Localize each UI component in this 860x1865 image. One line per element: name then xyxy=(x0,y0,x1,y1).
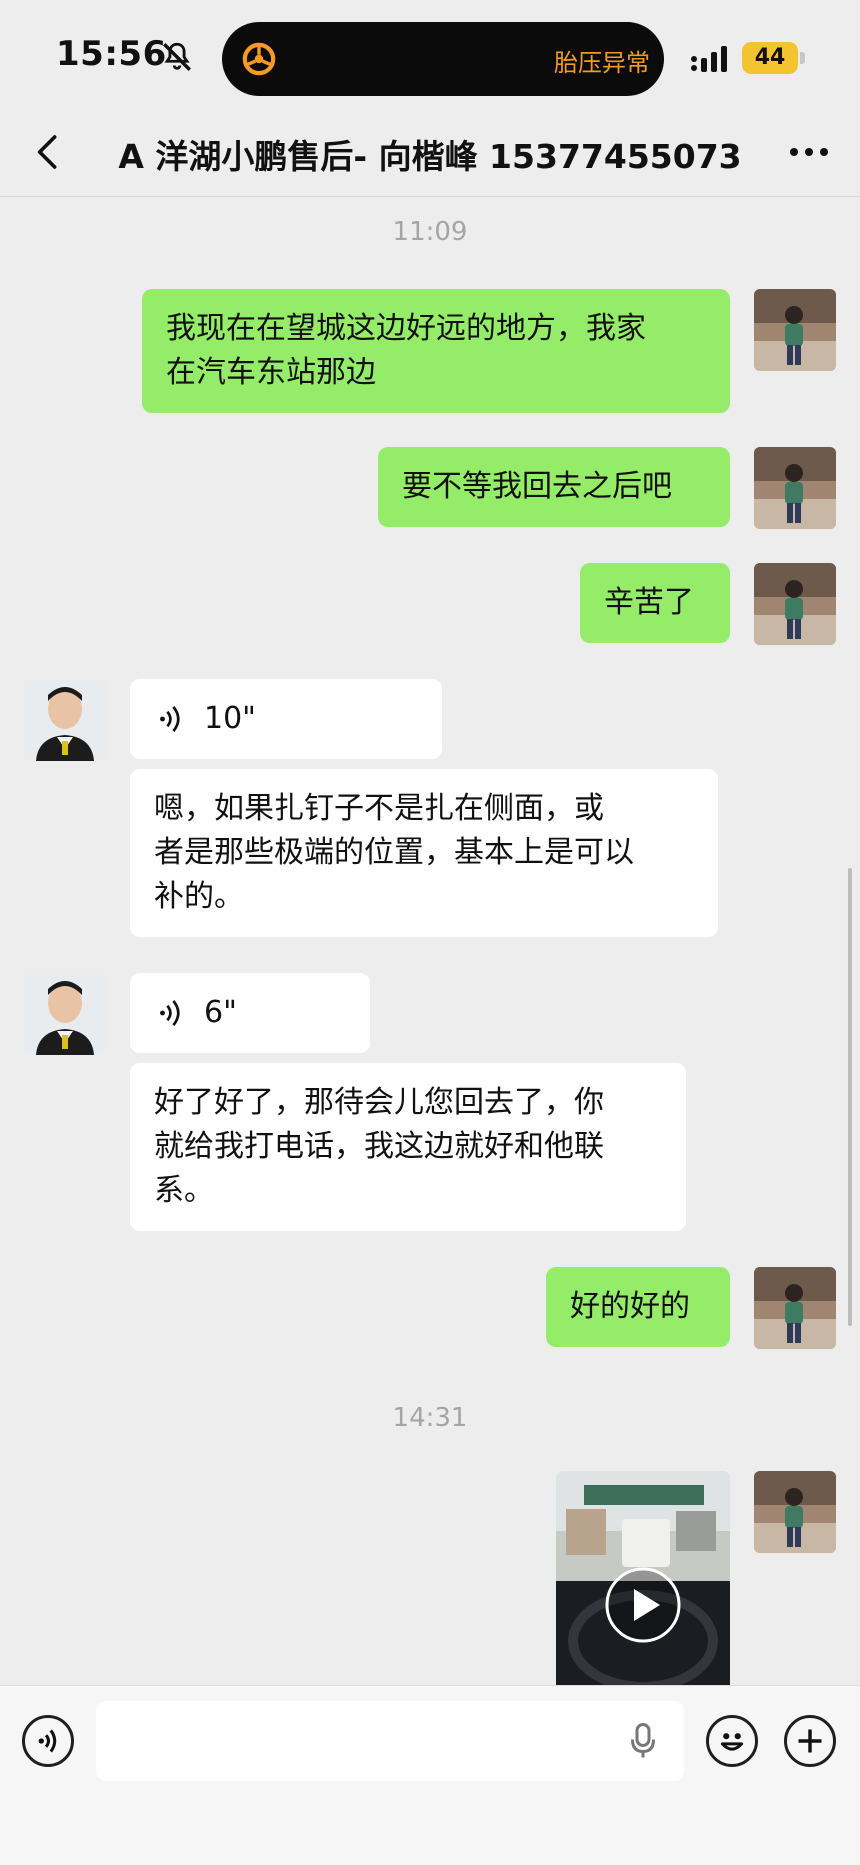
message-line: 就给我打电话，我这边就好和他联 xyxy=(154,1129,604,1164)
back-icon[interactable] xyxy=(28,132,68,172)
message-bubble-sent[interactable]: 要不等我回去之后吧 xyxy=(378,447,730,527)
emoji-button[interactable] xyxy=(706,1715,758,1767)
voice-input-button[interactable] xyxy=(22,1715,74,1767)
message-line: 好了好了，那待会儿您回去了，你 xyxy=(154,1085,604,1120)
message-bubble-received[interactable]: 嗯，如果扎钉子不是扎在侧面，或 者是那些极端的位置，基本上是可以 补的。 xyxy=(130,769,718,937)
timestamp: 11:09 xyxy=(392,217,468,247)
timestamp: 14:31 xyxy=(392,1403,468,1433)
dynamic-island[interactable]: 胎压异常 xyxy=(222,22,664,96)
plus-icon xyxy=(798,1729,822,1753)
signal-icon xyxy=(691,46,727,72)
voice-wave-icon xyxy=(160,706,180,732)
message-list[interactable]: 11:09 我现在在望城这边好远的地方，我家 在汽车东站那边 要不等我回去之后吧… xyxy=(0,197,860,1685)
message-bubble-received[interactable]: 好了好了，那待会儿您回去了，你 就给我打电话，我这边就好和他联 系。 xyxy=(130,1063,686,1231)
message-line: 系。 xyxy=(154,1173,214,1208)
message-bubble-sent[interactable]: 我现在在望城这边好远的地方，我家 在汽车东站那边 xyxy=(142,289,730,413)
message-line: 要不等我回去之后吧 xyxy=(402,469,672,504)
message-line: 好的好的 xyxy=(570,1289,690,1324)
message-input[interactable] xyxy=(96,1701,684,1781)
message-line: 者是那些极端的位置，基本上是可以 xyxy=(154,835,634,870)
more-icon[interactable] xyxy=(784,132,834,172)
my-avatar[interactable] xyxy=(754,1267,836,1349)
voice-duration: 10" xyxy=(204,701,256,736)
contact-avatar[interactable] xyxy=(24,679,106,761)
tire-pressure-alert: 胎压异常 xyxy=(554,49,650,77)
tire-icon xyxy=(242,42,276,76)
chat-header: A 洋湖小鹏售后- 向楷峰 15377455073 xyxy=(0,110,860,197)
scrollbar[interactable] xyxy=(848,868,852,1326)
message-line: 辛苦了 xyxy=(604,585,694,620)
chat-title: A 洋湖小鹏售后- 向楷峰 15377455073 xyxy=(118,137,742,176)
status-bar: 15:56 胎压异常 44 xyxy=(0,0,860,110)
voice-message[interactable]: 6" xyxy=(130,973,370,1053)
message-bubble-sent[interactable]: 辛苦了 xyxy=(580,563,730,643)
message-line: 补的。 xyxy=(154,879,244,914)
message-line: 在汽车东站那边 xyxy=(166,355,376,390)
mic-icon[interactable] xyxy=(628,1723,658,1759)
message-line: 嗯，如果扎钉子不是扎在侧面，或 xyxy=(154,791,604,826)
voice-input-icon xyxy=(38,1729,57,1753)
input-bar xyxy=(0,1685,860,1865)
my-avatar[interactable] xyxy=(754,1471,836,1553)
more-actions-button[interactable] xyxy=(784,1715,836,1767)
emoji-icon xyxy=(720,1733,744,1751)
my-avatar[interactable] xyxy=(754,447,836,529)
bell-slash-icon xyxy=(163,42,191,71)
my-avatar[interactable] xyxy=(754,289,836,371)
message-line: 我现在在望城这边好远的地方，我家 xyxy=(166,311,646,346)
video-thumbnail xyxy=(556,1471,730,1685)
message-bubble-sent[interactable]: 好的好的 xyxy=(546,1267,730,1347)
voice-duration: 6" xyxy=(204,995,237,1030)
contact-avatar[interactable] xyxy=(24,973,106,1055)
my-avatar[interactable] xyxy=(754,563,836,645)
battery-level: 44 xyxy=(742,42,798,74)
status-time: 15:56 xyxy=(56,34,167,74)
voice-wave-icon xyxy=(160,1000,180,1026)
battery-tip xyxy=(800,52,805,64)
voice-message[interactable]: 10" xyxy=(130,679,442,759)
video-message[interactable] xyxy=(556,1471,730,1685)
